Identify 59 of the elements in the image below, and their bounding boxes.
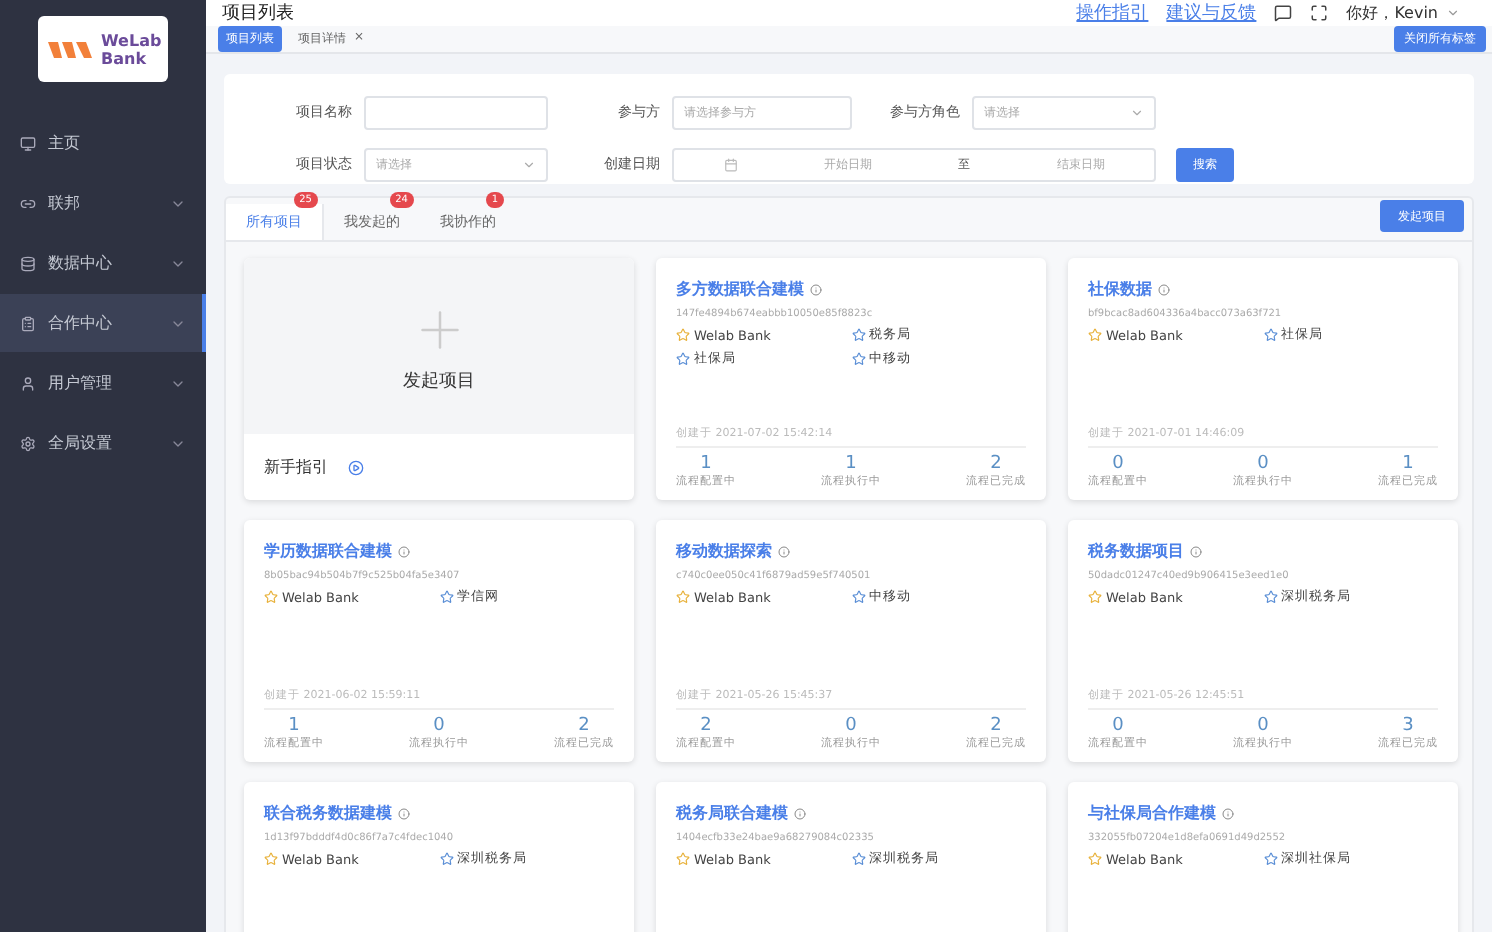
caret-icon (1446, 6, 1460, 20)
stat-value: 0 (1257, 454, 1269, 474)
logo: WeLab Bank (38, 16, 168, 82)
monitor-icon (20, 135, 36, 151)
stat-value: 3 (1402, 716, 1414, 736)
link-icon (20, 195, 36, 211)
stat-value: 2 (700, 716, 712, 736)
fullscreen-icon[interactable] (1310, 4, 1329, 22)
info-icon (1222, 807, 1234, 819)
project-title[interactable]: 联合税务数据建模 (264, 802, 392, 824)
clipboard-icon (20, 315, 36, 331)
stat-value: 1 (700, 454, 712, 474)
header-link[interactable]: 建议与反馈 (1166, 0, 1257, 26)
database-icon (20, 255, 36, 271)
stat-value: 0 (845, 716, 857, 736)
sidebar-item[interactable]: 用户管理 (0, 354, 206, 412)
project-title[interactable]: 税务局联合建模 (676, 802, 788, 824)
sidebar-item[interactable]: 主页 (0, 114, 206, 172)
settings-icon (20, 435, 36, 451)
header-link[interactable]: 操作指引 (1076, 0, 1149, 26)
calendar-icon (723, 157, 738, 171)
stat-value: 0 (1112, 716, 1124, 736)
chevron-icon (1130, 105, 1144, 119)
project-title[interactable]: 社保数据 (1088, 278, 1152, 300)
sidebar-item[interactable]: 全局设置 (0, 414, 206, 472)
stat-value: 1 (288, 716, 300, 736)
chat-icon[interactable] (1274, 4, 1293, 22)
info-icon (810, 283, 822, 295)
stat-value: 2 (990, 716, 1002, 736)
stat-value: 0 (1112, 454, 1124, 474)
sidebar-item[interactable]: 合作中心 (0, 294, 206, 352)
guide-link[interactable]: 新手指引 (264, 456, 328, 478)
user-icon (20, 375, 36, 391)
info-icon (398, 545, 410, 557)
stat-value: 1 (1402, 454, 1414, 474)
user-menu[interactable]: 你好，Kevin (1346, 2, 1460, 24)
project-title[interactable]: 学历数据联合建模 (264, 540, 392, 562)
stat-value: 2 (578, 716, 590, 736)
info-icon (1158, 283, 1170, 295)
new-project-label: 发起项目 (403, 369, 475, 393)
stat-value: 1 (845, 454, 857, 474)
sidebar-item[interactable]: 联邦 (0, 174, 206, 232)
new-project-card[interactable]: 发起项目 新手指引 (244, 258, 634, 500)
info-icon (1190, 545, 1202, 557)
page-title: 项目列表 (222, 1, 296, 26)
project-title[interactable]: 多方数据联合建模 (676, 278, 804, 300)
project-title[interactable]: 与社保局合作建模 (1088, 802, 1216, 824)
stat-value: 0 (433, 716, 445, 736)
info-icon (398, 807, 410, 819)
info-icon (778, 545, 790, 557)
info-icon (794, 807, 806, 819)
stat-value: 0 (1257, 716, 1269, 736)
text-field[interactable] (364, 95, 548, 129)
stat-value: 2 (990, 454, 1002, 474)
chevron-icon (522, 157, 536, 171)
play-icon[interactable] (348, 459, 364, 475)
project-title[interactable]: 移动数据探索 (676, 540, 772, 562)
project-title[interactable]: 税务数据项目 (1088, 540, 1184, 562)
sidebar-item[interactable]: 数据中心 (0, 234, 206, 292)
